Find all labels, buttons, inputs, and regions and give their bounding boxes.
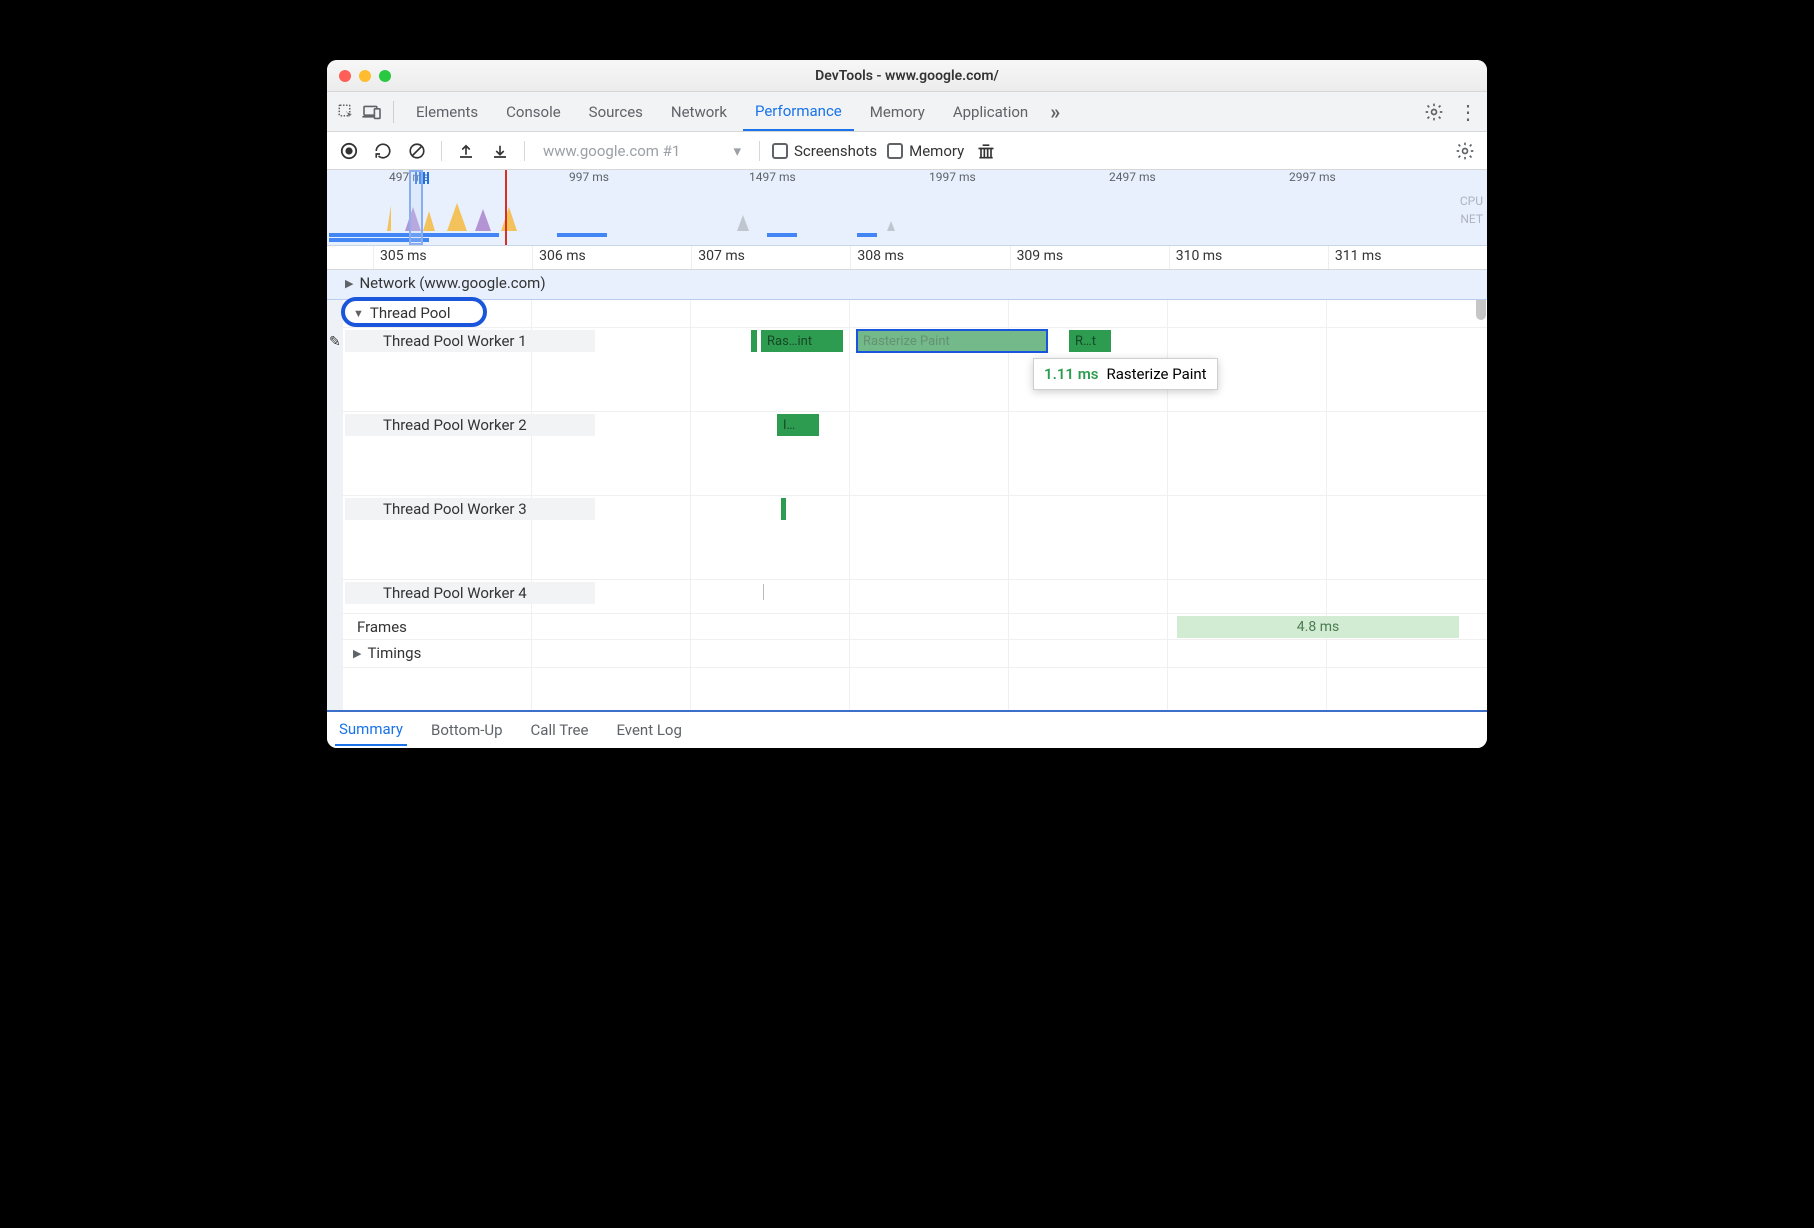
flame-event[interactable]: Ras…int <box>761 330 843 352</box>
frames-track[interactable]: Frames 4.8 ms <box>327 614 1487 640</box>
minimize-window-icon[interactable] <box>359 70 371 82</box>
detail-ruler: 305 ms 306 ms 307 ms 308 ms 309 ms 310 m… <box>327 246 1487 270</box>
tooltip-name: Rasterize Paint <box>1106 365 1206 383</box>
tab-memory[interactable]: Memory <box>858 92 937 131</box>
chevron-right-icon[interactable]: ▶ <box>353 647 361 660</box>
kebab-menu-icon[interactable]: ⋮ <box>1457 101 1479 123</box>
worker-label: Thread Pool Worker 4 <box>383 584 527 602</box>
flame-event[interactable]: I… <box>777 414 819 436</box>
profile-selected-label: www.google.com #1 <box>543 142 680 160</box>
ruler-tick: 305 ms <box>380 248 427 264</box>
capture-settings-gear-icon[interactable] <box>1453 139 1477 163</box>
flame-event-selected[interactable]: Rasterize Paint <box>857 330 1047 352</box>
worker-row-1[interactable]: ✎ Thread Pool Worker 1 Ras…int Rasterize… <box>327 328 1487 412</box>
flame-event[interactable]: R…t <box>1069 330 1111 352</box>
overview-ticks: 497 ms 997 ms 1497 ms 1997 ms 2497 ms 29… <box>327 170 1487 188</box>
chevron-down-icon: ▾ <box>733 142 741 160</box>
tab-sources[interactable]: Sources <box>577 92 655 131</box>
reload-record-icon[interactable] <box>371 139 395 163</box>
timings-track[interactable]: ▶ Timings <box>327 640 1487 668</box>
network-track[interactable]: ▶ Network (www.google.com) <box>327 270 1487 300</box>
btab-summary[interactable]: Summary <box>335 714 407 746</box>
tab-network[interactable]: Network <box>659 92 739 131</box>
worker-label: Thread Pool Worker 3 <box>383 500 527 518</box>
tick-label: 2997 ms <box>1289 170 1336 184</box>
chevron-down-icon[interactable]: ▼ <box>353 307 364 320</box>
net-lane <box>327 233 1487 243</box>
tab-performance[interactable]: Performance <box>743 92 854 131</box>
clear-icon[interactable] <box>405 139 429 163</box>
checkbox-icon <box>772 143 788 159</box>
screenshots-checkbox[interactable]: Screenshots <box>772 142 877 160</box>
zoom-window-icon[interactable] <box>379 70 391 82</box>
chevron-right-icon[interactable]: ▶ <box>345 277 353 290</box>
tick-label: 1497 ms <box>749 170 796 184</box>
detail-pane-tabs: Summary Bottom-Up Call Tree Event Log <box>327 710 1487 748</box>
tick-label: 997 ms <box>569 170 609 184</box>
btab-event-log[interactable]: Event Log <box>612 715 685 745</box>
separator <box>393 101 394 123</box>
record-icon[interactable] <box>337 139 361 163</box>
tab-application[interactable]: Application <box>941 92 1040 131</box>
flame-event[interactable] <box>751 330 757 352</box>
traffic-lights <box>339 70 391 82</box>
overview-selection[interactable] <box>409 170 423 245</box>
panel-tab-bar: Elements Console Sources Network Perform… <box>327 92 1487 132</box>
edit-track-icon[interactable]: ✎ <box>329 334 341 350</box>
frame-bar[interactable]: 4.8 ms <box>1177 616 1459 638</box>
worker-row-2[interactable]: Thread Pool Worker 2 I… <box>327 412 1487 496</box>
worker-row-3[interactable]: Thread Pool Worker 3 <box>327 496 1487 580</box>
download-icon[interactable] <box>488 139 512 163</box>
btab-call-tree[interactable]: Call Tree <box>527 715 593 745</box>
timings-label: Timings <box>367 644 421 662</box>
more-tabs-icon[interactable]: » <box>1044 101 1066 123</box>
window-title: DevTools - www.google.com/ <box>815 68 999 84</box>
ruler-tick: 310 ms <box>1176 248 1223 264</box>
worker-label: Thread Pool Worker 2 <box>383 416 527 434</box>
overview-minimap[interactable]: 497 ms 997 ms 1497 ms 1997 ms 2497 ms 29… <box>327 170 1487 246</box>
separator <box>759 141 760 161</box>
tick-label: 2497 ms <box>1109 170 1156 184</box>
cpu-flame <box>357 203 1487 231</box>
tab-console[interactable]: Console <box>494 92 573 131</box>
ruler-tick: 308 ms <box>857 248 904 264</box>
worker-label: Thread Pool Worker 1 <box>383 332 527 350</box>
ruler-tick: 306 ms <box>539 248 586 264</box>
ruler-tick: 307 ms <box>698 248 745 264</box>
profile-selector[interactable]: www.google.com #1 ▾ <box>537 142 747 160</box>
flame-event[interactable] <box>781 498 786 520</box>
flame-sliver <box>763 584 764 600</box>
settings-gear-icon[interactable] <box>1423 101 1445 123</box>
garbage-collect-icon[interactable] <box>974 139 998 163</box>
ruler-tick: 311 ms <box>1335 248 1382 264</box>
playhead-marker[interactable] <box>505 170 507 245</box>
tooltip-duration: 1.11 ms <box>1044 365 1098 383</box>
btab-bottom-up[interactable]: Bottom-Up <box>427 715 507 745</box>
memory-label: Memory <box>909 142 964 160</box>
thread-pool-header[interactable]: ▼ Thread Pool <box>327 300 1487 328</box>
frames-label: Frames <box>357 618 407 636</box>
upload-icon[interactable] <box>454 139 478 163</box>
close-window-icon[interactable] <box>339 70 351 82</box>
frame-duration: 4.8 ms <box>1297 619 1339 635</box>
event-tooltip: 1.11 ms Rasterize Paint <box>1033 358 1218 390</box>
tick-label: 1997 ms <box>929 170 976 184</box>
devtools-window: DevTools - www.google.com/ Elements Cons… <box>327 60 1487 748</box>
flame-chart[interactable]: ▶ Network (www.google.com) ▼ Thread Pool… <box>327 270 1487 710</box>
screenshots-label: Screenshots <box>794 142 877 160</box>
thread-pool-label: Thread Pool <box>370 304 451 322</box>
network-track-label: Network (www.google.com) <box>359 274 545 292</box>
separator <box>524 141 525 161</box>
checkbox-icon <box>887 143 903 159</box>
tab-elements[interactable]: Elements <box>404 92 490 131</box>
perf-toolbar: www.google.com #1 ▾ Screenshots Memory <box>327 132 1487 170</box>
separator <box>441 141 442 161</box>
device-toolbar-icon[interactable] <box>361 101 383 123</box>
inspect-element-icon[interactable] <box>335 101 357 123</box>
worker-row-4[interactable]: Thread Pool Worker 4 <box>327 580 1487 614</box>
titlebar: DevTools - www.google.com/ <box>327 60 1487 92</box>
ruler-tick: 309 ms <box>1017 248 1064 264</box>
memory-checkbox[interactable]: Memory <box>887 142 964 160</box>
